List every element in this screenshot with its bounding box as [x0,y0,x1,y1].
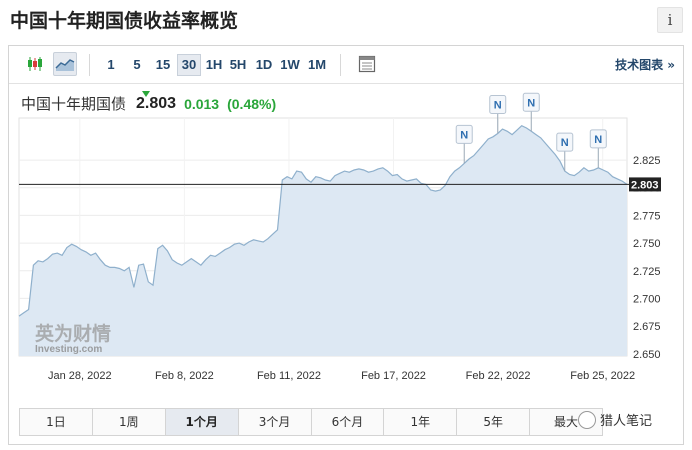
news-marker-label: N [527,97,535,109]
last-price-label: 2.803 [631,179,659,191]
x-tick-label: Feb 17, 2022 [361,370,426,382]
x-tick-label: Feb 8, 2022 [155,370,214,382]
range-1w[interactable]: 1周 [92,409,166,435]
x-tick-label: Jan 28, 2022 [48,370,112,382]
news-marker-label: N [494,99,502,111]
range-5y[interactable]: 5年 [457,409,531,435]
wechat-watermark: 猎人笔记 [578,410,652,429]
x-tick-label: Feb 22, 2022 [466,370,531,382]
x-tick-label: Feb 11, 2022 [257,370,321,382]
news-marker-label: N [561,137,569,149]
price-chart[interactable]: 2.8252.8002.7752.7502.7252.7002.6752.650… [9,46,683,406]
range-1m[interactable]: 1个月 [165,409,239,435]
range-selector: 1日 1周 1个月 3个月 6个月 1年 5年 最大 [19,408,603,436]
info-button[interactable]: i [657,7,683,33]
y-tick-label: 2.825 [633,155,661,167]
y-tick-label: 2.650 [633,349,661,361]
range-3m[interactable]: 3个月 [238,409,312,435]
range-1y[interactable]: 1年 [384,409,458,435]
y-tick-label: 2.750 [633,238,661,250]
y-tick-label: 2.725 [633,266,661,278]
chart-widget: 1 5 15 30 1H 5H 1D 1W 1M 技术图表 » 中国十年期国债 2… [8,45,684,445]
news-marker-label: N [460,129,468,141]
x-tick-label: Feb 25, 2022 [570,370,635,382]
y-tick-label: 2.775 [633,210,661,222]
page-title: 中国十年期国债收益率概览 [10,10,239,32]
y-tick-label: 2.700 [633,293,661,305]
logo-cn: 英为财情 [35,322,111,345]
range-1d[interactable]: 1日 [20,409,93,435]
news-marker-label: N [594,134,602,146]
range-6m[interactable]: 6个月 [311,409,385,435]
watermark-text: 猎人笔记 [600,414,653,429]
y-tick-label: 2.675 [633,321,661,333]
logo-en: Investing.com [35,344,102,355]
investing-logo: 英为财情 Investing.com [35,322,111,355]
wechat-icon [578,410,596,429]
